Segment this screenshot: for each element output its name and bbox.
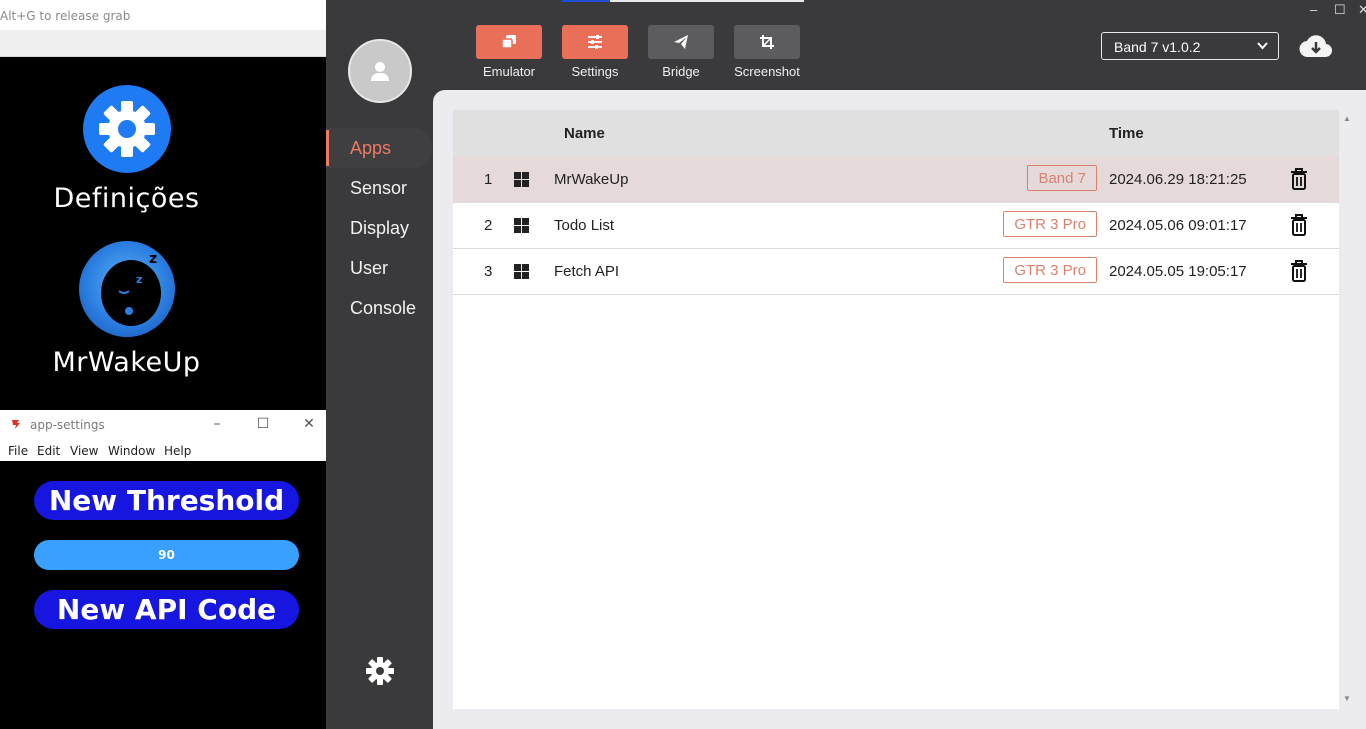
- avatar[interactable]: [348, 39, 412, 103]
- emulator-button-label: Emulator: [482, 64, 536, 79]
- device-version-select[interactable]: Band 7 v1.0.2: [1101, 32, 1279, 60]
- device-tag: GTR 3 Pro: [1003, 211, 1097, 237]
- minimize-button[interactable]: –: [1310, 2, 1317, 17]
- windows-icon: [514, 218, 529, 233]
- scroll-down-arrow[interactable]: ▼: [1343, 694, 1351, 703]
- scroll-up-arrow[interactable]: ▲: [1343, 114, 1351, 123]
- sleeping-face-icon: z z: [78, 241, 175, 337]
- grab-hint: Alt+G to release grab: [0, 9, 131, 23]
- windows-icon: [514, 172, 529, 187]
- app-time: 2024.05.06 09:01:17: [1109, 217, 1247, 234]
- app-name: Fetch API: [554, 263, 620, 280]
- watch-app-definicoes[interactable]: Definições: [0, 85, 253, 214]
- window-controls: – ☐ ✕: [1300, 2, 1366, 20]
- app-time: 2024.06.29 18:21:25: [1109, 171, 1247, 188]
- menu-window[interactable]: Window: [108, 444, 155, 458]
- trash-icon[interactable]: [1289, 168, 1309, 190]
- maximize-button[interactable]: ☐: [1334, 2, 1346, 18]
- bridge-button[interactable]: [648, 25, 714, 59]
- app-time: 2024.05.05 19:05:17: [1109, 263, 1247, 280]
- device-tag: GTR 3 Pro: [1003, 257, 1097, 283]
- settings-gear-button[interactable]: [364, 655, 396, 692]
- new-api-code-button[interactable]: New API Code: [34, 590, 299, 629]
- emulator-button[interactable]: [476, 25, 542, 59]
- paper-plane-icon: [674, 35, 688, 49]
- close-button[interactable]: ✕: [300, 415, 318, 433]
- app-logo-icon: [12, 420, 20, 429]
- menu-edit[interactable]: Edit: [37, 444, 60, 458]
- sidebar-item-display[interactable]: Display: [326, 208, 432, 248]
- table-row[interactable]: 3 Fetch API GTR 3 Pro 2024.05.05 19:05:17: [453, 248, 1339, 295]
- table-header: Name Time: [453, 110, 1339, 156]
- table-row[interactable]: 1 MrWakeUp Band 7 2024.06.29 18:21:25: [453, 156, 1339, 203]
- watch-app-mrwakeup[interactable]: z z MrWakeUp: [0, 241, 253, 378]
- settings-button[interactable]: [562, 25, 628, 59]
- cloud-download-icon: [1299, 35, 1333, 58]
- app-settings-titlebar: app-settings – ☐ ✕: [0, 410, 326, 440]
- row-index: 3: [484, 263, 493, 280]
- menu-bar: File Edit View Window Help: [0, 440, 326, 461]
- gear-icon: [82, 85, 171, 173]
- copy-icon: [501, 35, 516, 49]
- watch-app-label: Definições: [53, 183, 200, 214]
- screenshot-button[interactable]: [734, 25, 800, 59]
- chevron-down-icon: [1257, 42, 1268, 50]
- app-name: MrWakeUp: [554, 171, 629, 188]
- table-row[interactable]: 2 Todo List GTR 3 Pro 2024.05.06 09:01:17: [453, 202, 1339, 249]
- emulator-window: Alt+G to release grab Definições z z MrW…: [0, 0, 326, 410]
- windows-icon: [514, 264, 529, 279]
- window-title: app-settings: [30, 418, 105, 432]
- sliders-icon: [588, 35, 602, 49]
- trash-icon[interactable]: [1289, 260, 1309, 282]
- device-tag: Band 7: [1027, 165, 1097, 191]
- taskbar-strip: [610, 0, 804, 2]
- maximize-button[interactable]: ☐: [254, 415, 272, 433]
- menu-help[interactable]: Help: [164, 444, 191, 458]
- sidebar-nav: Apps Sensor Display User Console: [326, 128, 432, 328]
- minimize-button[interactable]: –: [208, 415, 226, 433]
- crop-icon: [760, 35, 774, 49]
- app-name: Todo List: [554, 217, 615, 234]
- close-button[interactable]: ✕: [1358, 2, 1366, 18]
- sidebar-item-console[interactable]: Console: [326, 288, 432, 328]
- watch-app-label: MrWakeUp: [52, 347, 201, 378]
- settings-button-label: Settings: [571, 64, 619, 79]
- column-time: Time: [1109, 125, 1144, 142]
- menu-file[interactable]: File: [8, 444, 28, 458]
- column-name: Name: [564, 125, 605, 142]
- new-threshold-button[interactable]: New Threshold: [34, 481, 299, 520]
- sidebar-item-apps[interactable]: Apps: [326, 128, 432, 168]
- taskbar-highlight: [562, 0, 610, 2]
- user-icon: [371, 62, 389, 81]
- sidebar-item-user[interactable]: User: [326, 248, 432, 288]
- threshold-slider[interactable]: 90: [34, 540, 299, 570]
- svg-text:z: z: [149, 251, 157, 267]
- apps-table: Name Time 1 MrWakeUp Band 7 2024.06.29 18:2…: [453, 110, 1339, 709]
- cloud-download-button[interactable]: [1299, 33, 1333, 64]
- svg-text:z: z: [136, 273, 142, 286]
- row-index: 2: [484, 217, 493, 234]
- menu-view[interactable]: View: [70, 444, 98, 458]
- row-index: 1: [484, 171, 493, 188]
- device-version-value: Band 7 v1.0.2: [1114, 39, 1201, 55]
- screenshot-button-label: Screenshot: [734, 64, 800, 79]
- trash-icon[interactable]: [1289, 214, 1309, 236]
- sidebar-item-sensor[interactable]: Sensor: [326, 168, 432, 208]
- gear-icon: [366, 657, 394, 685]
- bridge-button-label: Bridge: [662, 64, 700, 79]
- emulator-titlebar: Alt+G to release grab: [0, 0, 326, 57]
